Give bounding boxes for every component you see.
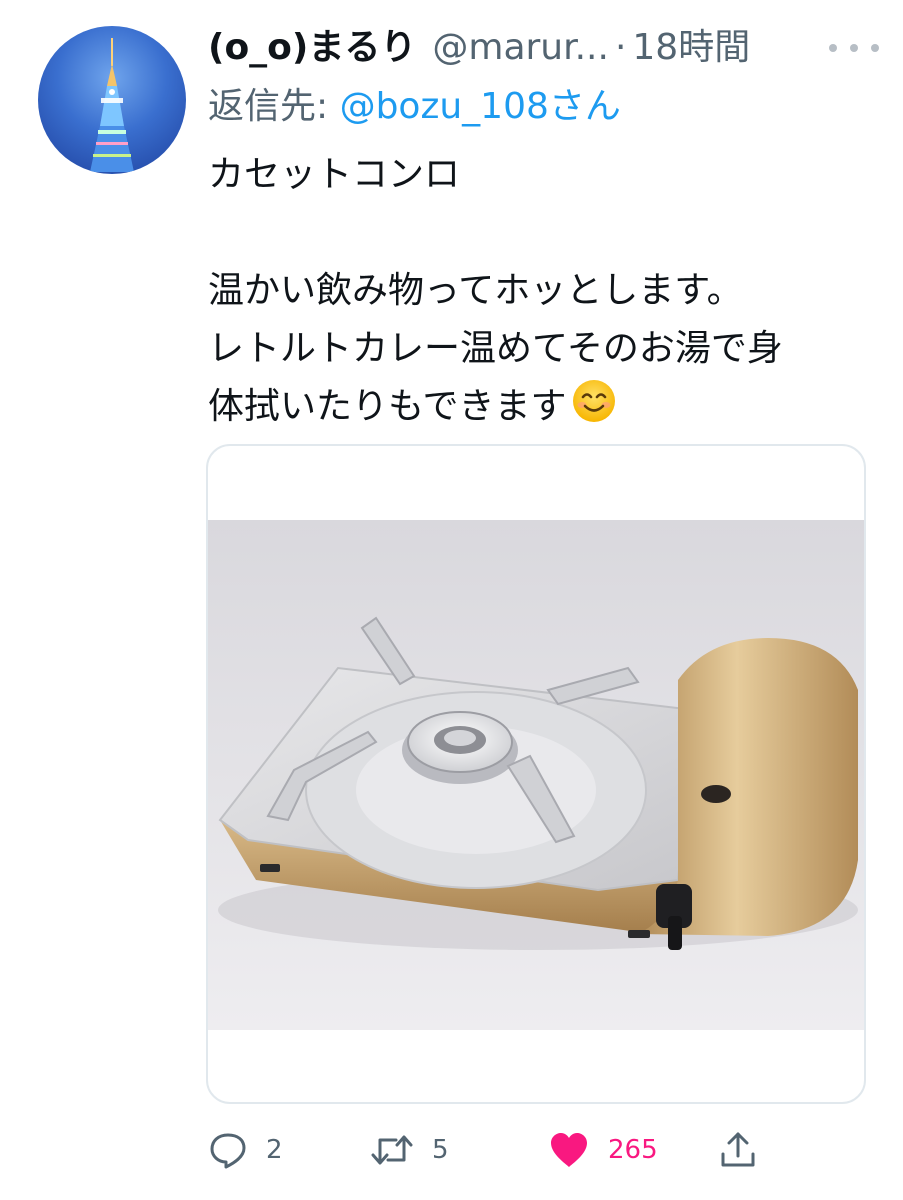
- retweet-arrows-icon: [371, 1135, 413, 1165]
- avatar[interactable]: [38, 26, 186, 174]
- retweet-button[interactable]: 5: [370, 1120, 449, 1180]
- reply-count: 2: [266, 1135, 283, 1165]
- like-count: 265: [608, 1135, 658, 1165]
- reply-to-line: 返信先: @bozu_108さん: [208, 80, 621, 134]
- tweet: (o_o)まるり @marur... · 18時間 返信先: @bozu_108…: [0, 0, 903, 1200]
- user-handle[interactable]: @marur...: [432, 20, 609, 76]
- tweet-body: カセットコンロ 温かい飲み物ってホッとします。 レトルトカレー温めてそのお湯で身…: [208, 146, 878, 442]
- body-line: カセットコンロ: [208, 154, 461, 195]
- media-card[interactable]: [206, 444, 866, 1104]
- share-button[interactable]: [718, 1120, 758, 1180]
- body-line: レトルトカレー温めてそのお湯で身: [208, 328, 783, 369]
- tweet-header: (o_o)まるり @marur... · 18時間: [208, 20, 848, 76]
- body-line: [208, 204, 878, 262]
- reply-button[interactable]: 2: [208, 1120, 283, 1180]
- share-upload-icon: [721, 1132, 755, 1167]
- reply-prefix: 返信先:: [208, 86, 340, 127]
- separator-dot: ·: [614, 27, 627, 68]
- heart-icon: [551, 1133, 587, 1167]
- timestamp[interactable]: 18時間: [632, 20, 750, 76]
- retweet-count: 5: [432, 1135, 449, 1165]
- reply-target-link[interactable]: @bozu_108さん: [340, 86, 621, 127]
- display-name[interactable]: (o_o)まるり: [208, 20, 416, 76]
- speech-bubble-icon: [210, 1133, 246, 1169]
- action-bar: 2 5 265: [0, 1120, 903, 1180]
- body-line: 温かい飲み物ってホッとします。: [208, 270, 743, 311]
- more-dots-icon[interactable]: [829, 40, 879, 56]
- smiling-face-emoji: [571, 378, 617, 442]
- body-line: 体拭いたりもできます: [208, 386, 567, 427]
- camping-stove-image: [208, 520, 864, 1030]
- like-button[interactable]: 265: [548, 1120, 658, 1180]
- body-line-last: 体拭いたりもできます: [208, 378, 878, 442]
